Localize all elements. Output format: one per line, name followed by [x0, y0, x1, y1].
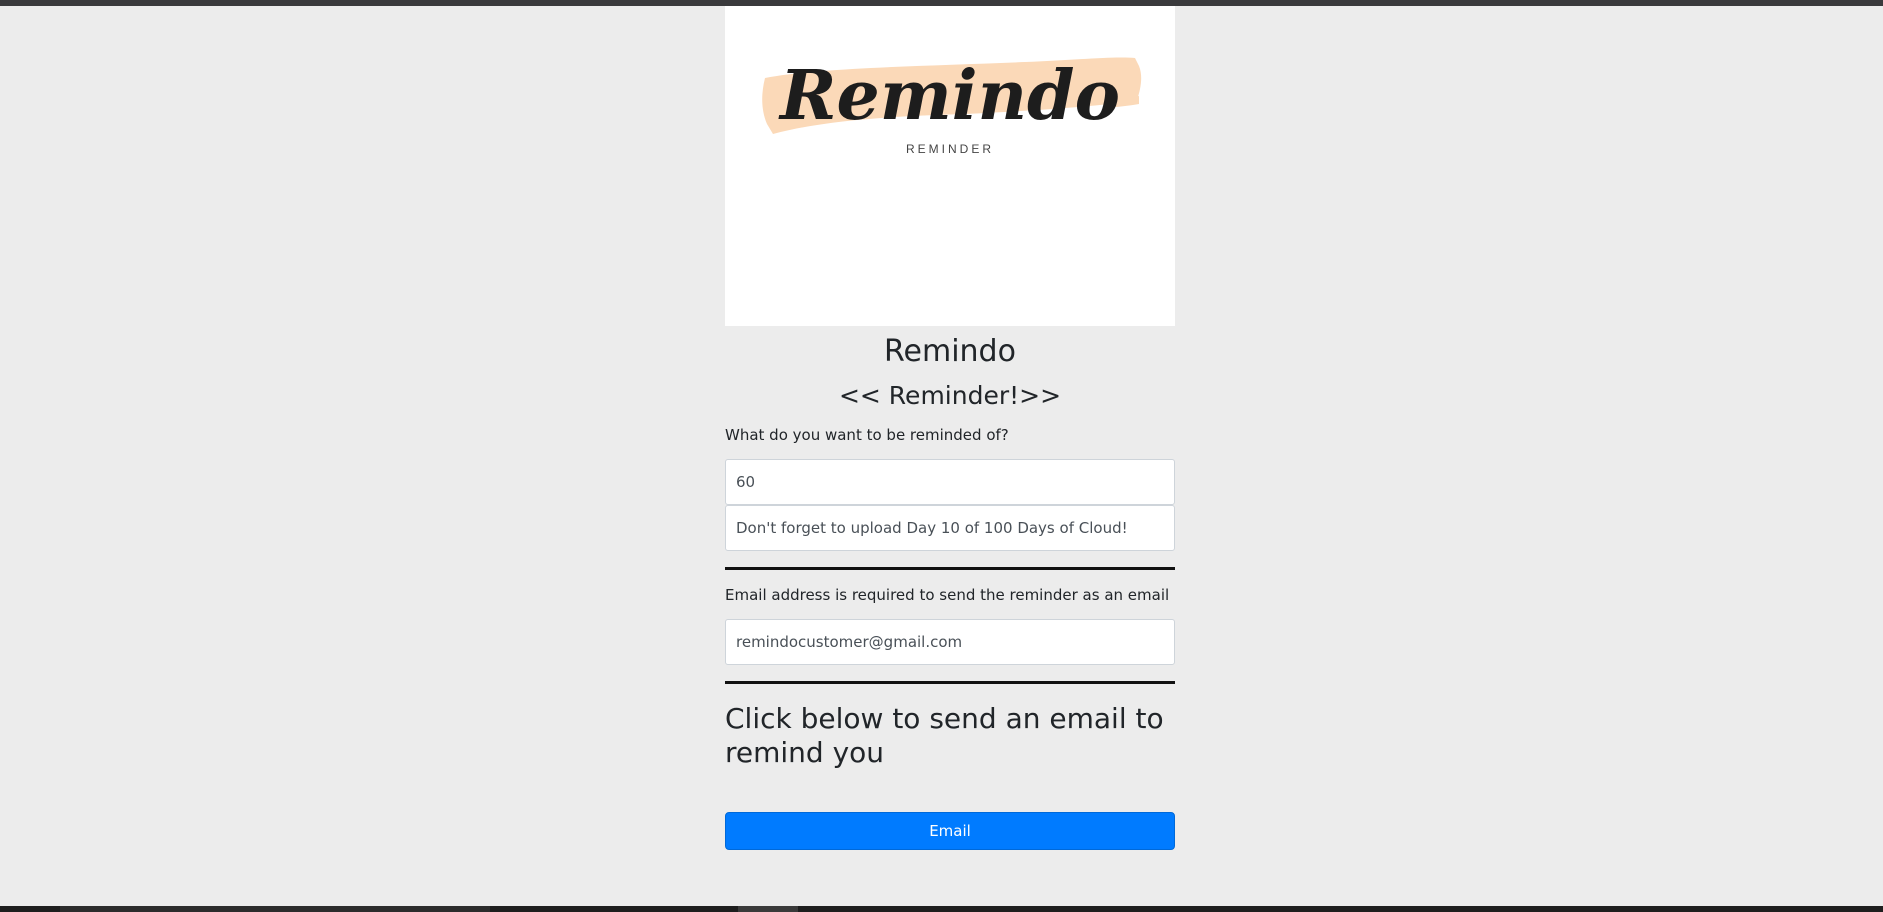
taskbar-item[interactable] — [738, 906, 798, 912]
reminder-message-input[interactable]: Don't forget to upload Day 10 of 100 Day… — [725, 505, 1175, 551]
reminder-label: What do you want to be reminded of? — [725, 426, 1009, 444]
email-button-label: Email — [929, 822, 971, 840]
taskbar-item[interactable] — [60, 906, 490, 912]
remindo-logo: Remindo REMINDER — [762, 56, 1142, 156]
logo-image: Remindo REMINDER — [725, 6, 1175, 326]
email-input-value: remindocustomer@gmail.com — [736, 633, 963, 651]
taskbar — [0, 906, 1883, 912]
reminder-message-value: Don't forget to upload Day 10 of 100 Day… — [736, 519, 1128, 537]
section-divider — [725, 567, 1175, 570]
email-button[interactable]: Email — [725, 812, 1175, 850]
svg-text:REMINDER: REMINDER — [906, 142, 994, 156]
main-content: Remindo REMINDER Remindo << Reminder!>> … — [725, 6, 1175, 850]
minutes-input[interactable]: 60 — [725, 459, 1175, 505]
svg-text:Remindo: Remindo — [778, 56, 1120, 136]
page-title: Remindo — [884, 334, 1016, 369]
section-divider — [725, 681, 1175, 684]
cta-heading: Click below to send an email to remind y… — [725, 702, 1164, 769]
email-input[interactable]: remindocustomer@gmail.com — [725, 619, 1175, 665]
email-label: Email address is required to send the re… — [725, 586, 1170, 604]
page-subtitle: << Reminder!>> — [838, 381, 1062, 410]
minutes-input-value: 60 — [736, 473, 756, 491]
